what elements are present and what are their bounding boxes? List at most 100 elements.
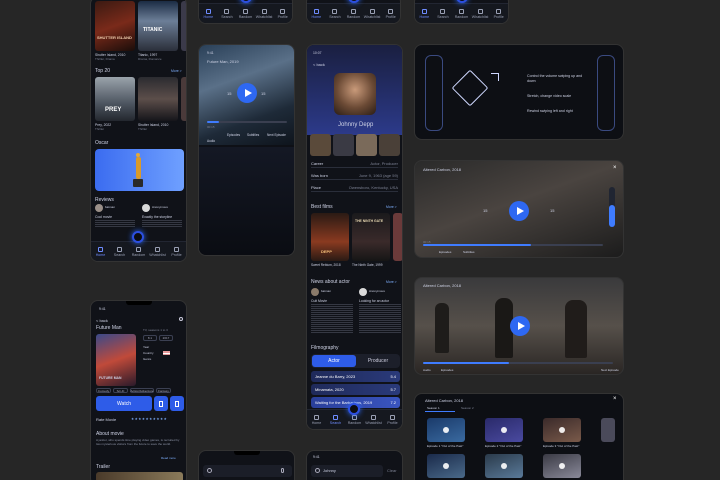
gesture-hint-volume: Control the volume swiping up and down [527,74,583,83]
tab-profile[interactable]: Profile [491,8,507,19]
back-link[interactable]: < back [96,318,108,323]
tab-random[interactable]: Random [131,246,147,257]
film-list-item[interactable]: Minamata, 2020 5.7 [311,384,400,395]
tab-random[interactable]: Random [237,8,253,19]
tab-search[interactable]: Search [328,414,344,425]
poster-titanic[interactable]: TITANIC [138,1,178,51]
oscar-banner[interactable] [95,149,184,191]
episode-thumbnail[interactable] [485,418,523,442]
play-button[interactable] [509,201,529,221]
tab-watchlist[interactable]: Whatchlist [364,8,380,19]
poster-partial[interactable] [181,77,186,121]
tab-watchlist[interactable]: Whatchlist [149,246,166,257]
tab-random[interactable]: Random [345,8,361,19]
tab-profile[interactable]: Profile [169,246,185,257]
watch-button[interactable]: Watch [96,396,152,411]
episodes-button[interactable]: Episodes [441,368,453,372]
center-fab-button[interactable] [132,231,144,243]
volume-slider[interactable] [609,187,615,227]
tab-random[interactable]: Random [453,8,469,19]
tab-season-2[interactable]: Season 2 [461,406,474,410]
microphone-icon[interactable] [281,468,284,473]
progress-bar[interactable] [423,244,603,246]
search-icon [333,414,338,420]
tab-profile[interactable]: Profile [275,8,291,19]
more-link[interactable]: More > [171,69,182,73]
poster-prey[interactable]: PREY [95,77,135,121]
episodes-button[interactable]: Episodes [439,250,451,254]
tab-producer[interactable]: Producer [357,355,399,367]
actor-gallery-photo[interactable] [356,134,377,156]
close-icon[interactable]: × [613,165,617,171]
tab-watchlist[interactable]: Whatchlist [472,8,488,19]
actor-gallery-photo[interactable] [310,134,331,156]
trailer-thumbnail[interactable] [96,472,183,480]
poster-partial[interactable] [181,1,186,51]
film-poster-partial[interactable] [393,213,402,261]
tab-home[interactable]: Home [308,8,324,19]
episode-thumbnail[interactable] [485,454,523,478]
tab-random[interactable]: Random [347,414,363,425]
tab-watchlist[interactable]: Whatchlist [365,414,382,425]
more-link[interactable]: More > [386,205,397,209]
film-list-item[interactable]: Jeanne du Barry, 2023 5.4 [311,371,400,382]
forward-button[interactable]: 15 [550,208,554,213]
news-card[interactable]: Anonymous Looking for an actor [359,288,402,338]
audio-button[interactable]: Audio [207,139,215,143]
episode-thumbnail[interactable] [543,418,581,442]
actor-gallery-photo[interactable] [379,134,400,156]
tab-actor[interactable]: Actor [312,355,356,367]
search-input[interactable] [203,465,292,477]
subtitles-button[interactable]: Subtitles [247,133,259,137]
progress-bar[interactable] [207,121,287,123]
review-card[interactable]: batman Cool movie [95,204,139,230]
star-rating[interactable]: ★★★★★★★★★★ [131,417,167,421]
episode-thumbnail-partial[interactable] [601,418,615,442]
tab-season-1[interactable]: Season 1 [427,406,440,410]
episode-thumbnail[interactable] [427,454,465,478]
read-more-link[interactable]: Read more [161,456,176,460]
next-episode-button[interactable]: Next Episode [267,133,286,137]
audio-button[interactable]: Audio [423,368,431,372]
share-icon[interactable] [179,317,183,321]
info-row-born: Was born June 9, 1963 (age 59) [311,171,398,180]
tab-watchlist[interactable]: Whatchlist [256,8,272,19]
play-button[interactable] [237,83,257,103]
rewind-button[interactable]: 15 [227,91,231,96]
back-link[interactable]: < back [313,62,325,67]
actor-gallery-photo[interactable] [333,134,354,156]
news-card[interactable]: batman Cult Movie [311,288,355,338]
tab-home[interactable]: Home [309,414,325,425]
episode-thumbnail[interactable] [427,418,465,442]
favorite-button[interactable] [170,396,184,411]
more-link[interactable]: More > [386,280,397,284]
forward-button[interactable]: 15 [261,91,265,96]
poster-top2[interactable] [138,77,178,121]
next-episode-button[interactable]: Next Episode [601,368,619,372]
play-button[interactable] [510,316,530,336]
tab-home[interactable]: Home [93,246,109,257]
search-input[interactable]: Johnny [311,465,383,477]
tab-home[interactable]: Home [200,8,216,19]
review-card[interactable]: Anonymous Exactly the storyline [142,204,186,230]
tab-search[interactable]: Search [327,8,343,19]
subtitles-button[interactable]: Subtitles [463,250,475,254]
episode-thumbnail[interactable] [543,454,581,478]
film-poster[interactable]: DEPP [311,213,349,261]
tab-profile[interactable]: Profile [385,414,401,425]
tab-search[interactable]: Search [112,246,128,257]
add-to-watchlist-button[interactable] [154,396,168,411]
tab-home[interactable]: Home [416,8,432,19]
clear-button[interactable]: Clear [387,468,397,473]
tab-search[interactable]: Search [435,8,451,19]
film-poster[interactable]: THE NINTH GATE [352,213,390,261]
rewind-button[interactable]: 15 [483,208,487,213]
poster-shutter-island[interactable]: SHUTTER ISLAND [95,1,135,51]
progress-bar[interactable] [423,362,613,364]
tab-search[interactable]: Search [219,8,235,19]
us-flag-icon [163,351,170,355]
center-fab-button[interactable] [348,403,360,415]
episodes-button[interactable]: Episodes [227,133,240,137]
tab-profile[interactable]: Profile [383,8,399,19]
close-icon[interactable]: × [613,396,617,402]
